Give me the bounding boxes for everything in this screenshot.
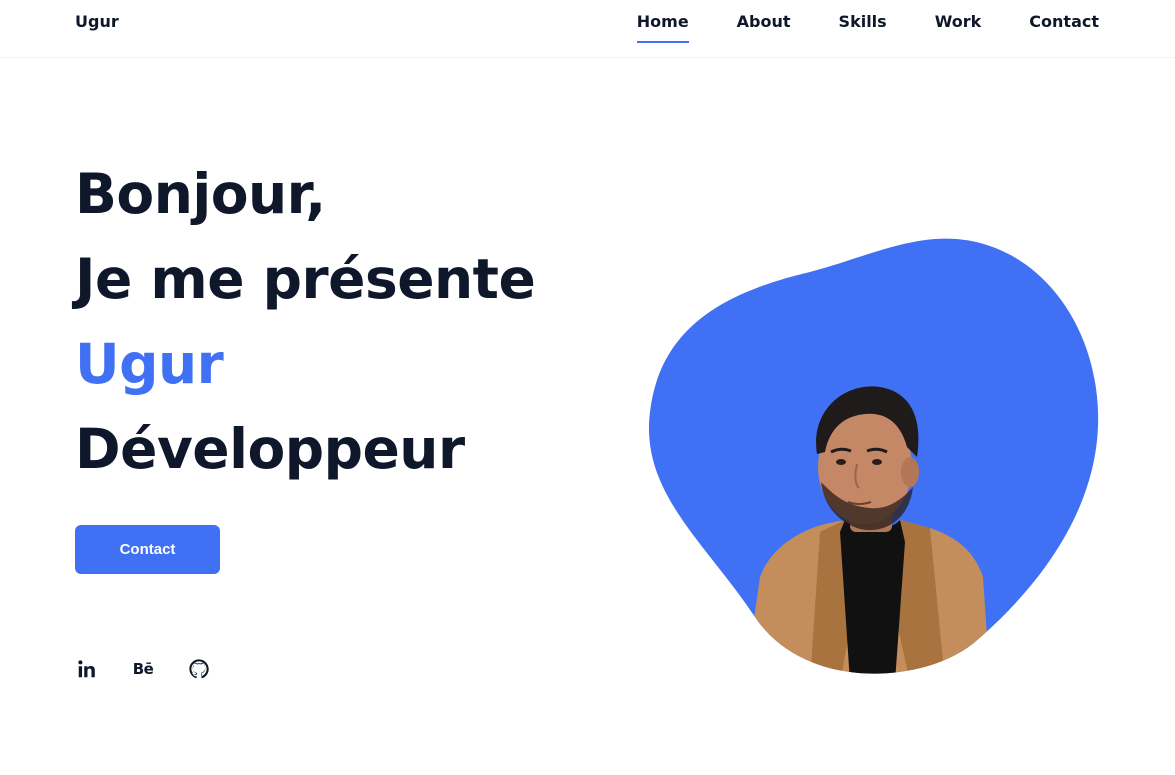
nav-item-about[interactable]: About (737, 12, 791, 42)
main-nav: Home About Skills Work Contact (636, 12, 1099, 43)
behance-glyph: Bē (132, 660, 154, 678)
hero-blob (648, 238, 1099, 674)
hero-role: Développeur (75, 417, 465, 481)
site-header: Ugur Home About Skills Work Contact (0, 0, 1175, 58)
social-links: Bē (75, 657, 243, 681)
nav-item-skills[interactable]: Skills (839, 12, 887, 42)
github-icon[interactable] (187, 657, 211, 681)
hero-intro: Je me présente (75, 247, 536, 311)
nav-item-contact[interactable]: Contact (1029, 12, 1099, 42)
linkedin-glyph (78, 660, 95, 678)
hero-greeting: Bonjour, (75, 162, 326, 226)
hero-image (645, 232, 1105, 682)
contact-button[interactable]: Contact (75, 525, 220, 574)
nav-item-home[interactable]: Home (636, 12, 689, 43)
nav-item-work[interactable]: Work (935, 12, 982, 42)
linkedin-icon[interactable] (75, 657, 99, 681)
hero-name: Ugur (75, 332, 224, 396)
behance-icon[interactable]: Bē (131, 657, 155, 681)
github-glyph (189, 659, 209, 679)
brand-logo[interactable]: Ugur (75, 12, 119, 32)
hero-text: Bonjour, Je me présente Ugur Développeur (75, 152, 536, 492)
